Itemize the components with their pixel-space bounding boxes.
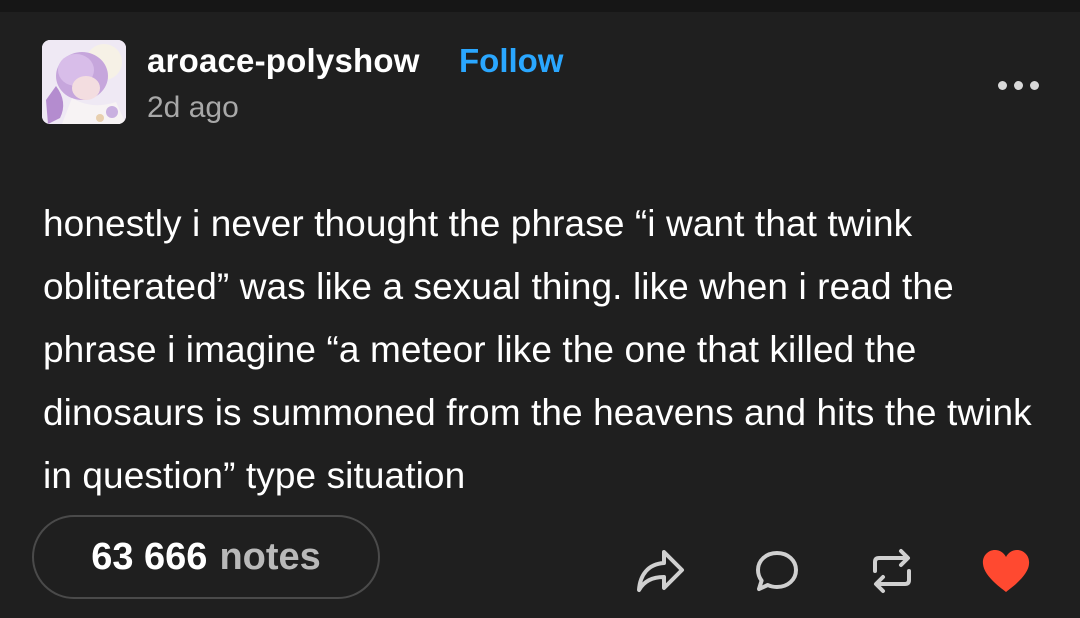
post-timestamp: 2d ago <box>147 91 239 124</box>
top-divider <box>0 0 1080 12</box>
notes-button[interactable]: 63 666 notes <box>32 515 380 599</box>
follow-button[interactable]: Follow <box>459 42 563 80</box>
notes-label: notes <box>219 535 321 578</box>
heart-icon[interactable] <box>978 543 1034 599</box>
reply-icon[interactable] <box>749 543 805 599</box>
post-body: honestly i never thought the phrase “i w… <box>43 203 1032 496</box>
more-options-icon[interactable] <box>990 72 1046 98</box>
share-icon[interactable] <box>632 543 688 599</box>
notes-count: 63 666 <box>91 535 208 578</box>
reblog-icon[interactable] <box>864 543 920 599</box>
avatar[interactable] <box>42 40 126 124</box>
post-author[interactable]: aroace-polyshow <box>147 42 420 80</box>
